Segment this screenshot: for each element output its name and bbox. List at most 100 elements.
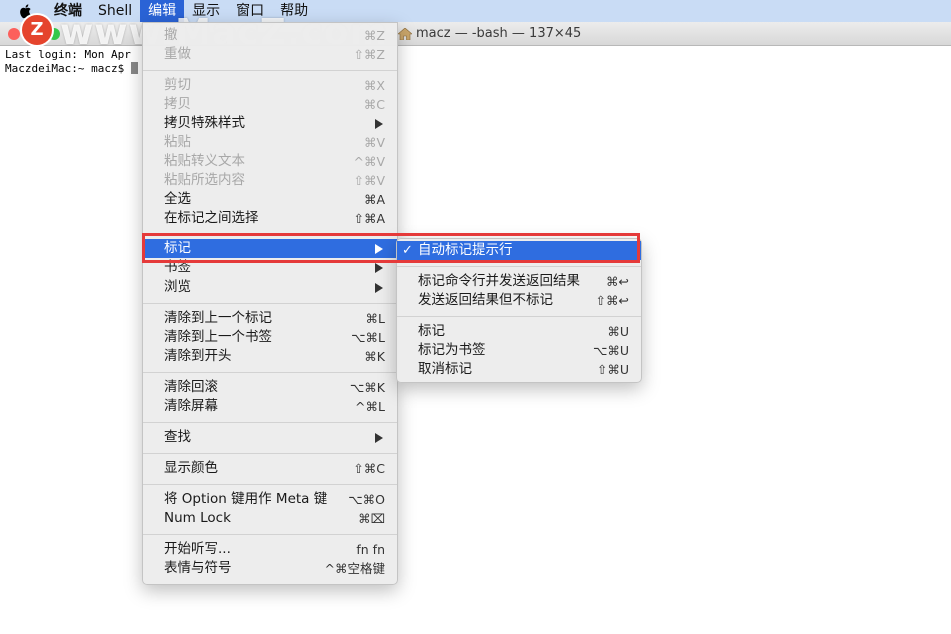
menu-separator [143, 372, 397, 373]
menu-item-paste-escaped[interactable]: 粘贴转义文本 ^⌘V [143, 152, 397, 171]
window-title-text: macz — -bash — 137×45 [416, 26, 582, 41]
menu-item-shortcut: ⌘X [363, 78, 385, 93]
menu-item-label: 查找 [164, 429, 191, 445]
menu-item-shortcut: ⇧⌘↩ [595, 293, 629, 308]
menu-item-label: 清除到上一个书签 [164, 329, 272, 345]
menu-item-label: Num Lock [164, 510, 231, 526]
menu-item-label: 清除到开头 [164, 348, 232, 364]
menu-item-label: 标记 [418, 323, 445, 339]
menu-item-paste-selection[interactable]: 粘贴所选内容 ⇧⌘V [143, 171, 397, 190]
menu-item-label: 重做 [164, 46, 191, 62]
menu-item-label: 在标记之间选择 [164, 210, 259, 226]
menu-item-num-lock[interactable]: Num Lock ⌘⌧ [143, 509, 397, 528]
menu-item-find[interactable]: 查找 [143, 428, 397, 447]
menu-item-shortcut: ⌘V [363, 135, 385, 150]
menu-item-label: 拷贝 [164, 96, 191, 112]
menu-item-mark[interactable]: 标记 ⌘U [397, 322, 641, 341]
menu-item-label: 标记命令行并发送返回结果 [418, 273, 580, 289]
menu-item-label: 显示颜色 [164, 460, 218, 476]
menu-separator [143, 534, 397, 535]
menu-item-clear-scrollback[interactable]: 清除回滚 ⌥⌘K [143, 378, 397, 397]
menu-item-label: 全选 [164, 191, 191, 207]
menu-item-shortcut: ⌘K [364, 349, 385, 364]
menu-item-label: 清除到上一个标记 [164, 310, 272, 326]
menu-item-shortcut: ⇧⌘Z [353, 47, 385, 62]
menu-item-shortcut: ⌘⌧ [358, 511, 385, 526]
menu-item-show-colors[interactable]: 显示颜色 ⇧⌘C [143, 459, 397, 478]
menu-item-mark-as-bookmark[interactable]: 标记为书签 ⌥⌘U [397, 341, 641, 360]
menu-separator [397, 316, 641, 317]
menu-item-shortcut: ^⌘空格键 [324, 561, 385, 576]
menu-item-copy[interactable]: 拷贝 ⌘C [143, 95, 397, 114]
menu-item-clear-to-start[interactable]: 清除到开头 ⌘K [143, 347, 397, 366]
menu-item-label: 剪切 [164, 77, 191, 93]
menu-item-shortcut: ⇧⌘U [596, 362, 629, 377]
prompt-line: MaczdeiMac:~ macz$ [5, 62, 138, 75]
menu-item-mark-and-send[interactable]: 标记命令行并发送返回结果 ⌘↩ [397, 272, 641, 291]
menu-item-label: 清除回滚 [164, 379, 218, 395]
submenu-arrow-icon [375, 263, 383, 273]
menu-item-label: 粘贴转义文本 [164, 153, 245, 169]
menu-item-copy-special[interactable]: 拷贝特殊样式 [143, 114, 397, 133]
menu-item-label: 撤 [164, 27, 178, 43]
menu-item-shortcut: ⇧⌘A [353, 211, 385, 226]
annotation-highlight-box [142, 233, 640, 263]
menu-separator [143, 70, 397, 71]
menu-item-shortcut: ⌘A [363, 192, 385, 207]
menu-item-shortcut: ⇧⌘C [353, 461, 385, 476]
text-cursor [130, 62, 138, 74]
menu-separator [397, 266, 641, 267]
close-button[interactable] [8, 28, 20, 40]
menu-item-select-all[interactable]: 全选 ⌘A [143, 190, 397, 209]
menu-item-shortcut: ⌘U [607, 324, 629, 339]
menu-item-undo[interactable]: 撤 ⌘Z [143, 26, 397, 45]
menu-item-shortcut: ^⌘L [355, 399, 385, 414]
edit-menu: 撤 ⌘Z 重做 ⇧⌘Z 剪切 ⌘X 拷贝 ⌘C 拷贝特殊样式 粘贴 ⌘V 粘贴转… [142, 22, 398, 585]
menu-item-unmark[interactable]: 取消标记 ⇧⌘U [397, 360, 641, 379]
menu-item-label: 将 Option 键用作 Meta 键 [164, 491, 328, 507]
menu-item-label: 表情与符号 [164, 560, 232, 576]
menu-item-shortcut: ⌥⌘U [592, 343, 629, 358]
menu-item-label: 标记为书签 [418, 342, 486, 358]
home-icon [398, 27, 412, 40]
menu-item-label: 粘贴所选内容 [164, 172, 245, 188]
menu-item-label: 粘贴 [164, 134, 191, 150]
menu-item-cut[interactable]: 剪切 ⌘X [143, 76, 397, 95]
menu-item-start-dictation[interactable]: 开始听写... fn fn [143, 540, 397, 559]
menu-item-shortcut: ⌥⌘L [351, 330, 385, 345]
menu-item-clear-to-prev-bookmark[interactable]: 清除到上一个书签 ⌥⌘L [143, 328, 397, 347]
menu-item-option-as-meta[interactable]: 将 Option 键用作 Meta 键 ⌥⌘O [143, 490, 397, 509]
menu-item-label: 清除屏幕 [164, 398, 218, 414]
menu-item-shortcut: ^⌘V [353, 154, 385, 169]
menu-item-shortcut: ⌥⌘O [348, 492, 385, 507]
menu-item-clear-screen[interactable]: 清除屏幕 ^⌘L [143, 397, 397, 416]
submenu-arrow-icon [375, 119, 383, 129]
menu-item-clear-to-prev-mark[interactable]: 清除到上一个标记 ⌘L [143, 309, 397, 328]
menu-item-shortcut: ⌘↩ [606, 274, 629, 289]
menu-item-label: 开始听写... [164, 541, 231, 557]
menu-item-shortcut: ⇧⌘V [353, 173, 385, 188]
menu-item-paste[interactable]: 粘贴 ⌘V [143, 133, 397, 152]
menu-item-send-no-mark[interactable]: 发送返回结果但不标记 ⇧⌘↩ [397, 291, 641, 310]
menu-item-shortcut: ⌘Z [363, 28, 385, 43]
menu-item-label: 取消标记 [418, 361, 472, 377]
menu-separator [143, 303, 397, 304]
menu-item-label: 拷贝特殊样式 [164, 115, 245, 131]
menu-item-navigate[interactable]: 浏览 [143, 278, 397, 297]
menu-item-shortcut: ⌘C [363, 97, 385, 112]
submenu-arrow-icon [375, 433, 383, 443]
menu-item-label: 浏览 [164, 279, 191, 295]
prompt-text: MaczdeiMac:~ macz$ [5, 62, 131, 75]
menu-item-emoji[interactable]: 表情与符号 ^⌘空格键 [143, 559, 397, 578]
menu-item-shortcut: ⌘L [365, 311, 385, 326]
menu-item-select-between-marks[interactable]: 在标记之间选择 ⇧⌘A [143, 209, 397, 228]
submenu-arrow-icon [375, 283, 383, 293]
menu-separator [143, 453, 397, 454]
window-title: macz — -bash — 137×45 [398, 22, 581, 45]
menu-item-shortcut: ⌥⌘K [349, 380, 385, 395]
menu-item-redo[interactable]: 重做 ⇧⌘Z [143, 45, 397, 64]
watermark-logo: Z [22, 15, 52, 45]
menu-item-label: 发送返回结果但不标记 [418, 292, 553, 308]
menu-item-shortcut: fn fn [356, 542, 385, 557]
menu-separator [143, 484, 397, 485]
